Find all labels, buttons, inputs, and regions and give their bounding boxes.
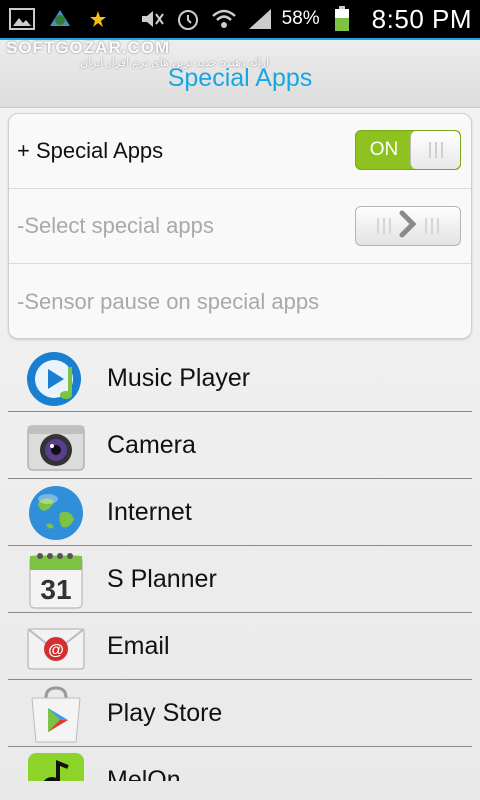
select-apps-arrow-button[interactable] xyxy=(355,206,461,246)
alarm-icon xyxy=(174,6,202,32)
page-title: Special Apps xyxy=(167,64,313,92)
clock: 8:50 PM xyxy=(371,3,472,34)
app-list: Music Player Camera Internet 31 S Planne… xyxy=(0,345,480,781)
special-apps-toggle[interactable]: ON xyxy=(355,130,461,170)
watermark-text: SOFTGOZAR.COM xyxy=(6,38,171,57)
camera-icon xyxy=(26,416,86,476)
grip-line xyxy=(425,218,427,234)
list-item[interactable]: Play Store xyxy=(0,680,480,747)
app-label: Music Player xyxy=(107,364,251,392)
app-label: Play Store xyxy=(107,699,223,727)
grip-line xyxy=(428,142,431,158)
grip-line xyxy=(437,218,439,234)
app-notification-icon xyxy=(46,6,74,32)
list-item[interactable]: MelOn xyxy=(0,747,480,781)
action-bar: SOFTGOZAR.COM ارائه دهنده جدید ترین های … xyxy=(0,38,480,108)
calendar-date-text: 31 xyxy=(40,574,71,605)
signal-icon xyxy=(246,6,274,32)
email-at-text: @ xyxy=(48,642,64,659)
wifi-icon xyxy=(210,6,238,32)
grip-line xyxy=(389,218,391,234)
battery-icon xyxy=(328,6,356,32)
toggle-on-label: ON xyxy=(369,139,399,160)
melon-icon xyxy=(26,751,86,781)
grip-line xyxy=(377,218,379,234)
app-label: S Planner xyxy=(107,565,217,593)
app-label: Internet xyxy=(107,498,192,526)
status-bar: 58% 8:50 PM xyxy=(0,0,480,38)
list-item[interactable]: 31 S Planner xyxy=(0,546,480,613)
select-special-apps-label: -Select special apps xyxy=(17,213,214,238)
email-icon: @ xyxy=(26,617,86,677)
grip-line xyxy=(434,142,437,158)
battery-percent: 58% xyxy=(281,8,320,29)
settings-card: + Special Apps -Select special apps -Sen… xyxy=(8,113,472,339)
list-item[interactable]: @ Email xyxy=(0,613,480,680)
grip-line xyxy=(431,218,433,234)
star-icon xyxy=(84,6,112,32)
list-item[interactable]: Music Player xyxy=(0,345,480,412)
internet-globe-icon xyxy=(26,483,86,543)
special-apps-label: + Special Apps xyxy=(17,138,164,163)
calendar-icon: 31 xyxy=(26,550,86,610)
play-store-icon xyxy=(26,684,86,744)
app-label: Camera xyxy=(107,431,196,459)
app-label: Email xyxy=(107,632,170,660)
image-icon xyxy=(8,6,36,32)
sensor-pause-label: -Sensor pause on special apps xyxy=(17,288,320,314)
app-label: MelOn xyxy=(107,766,181,781)
music-player-icon xyxy=(26,349,86,409)
grip-line xyxy=(440,142,443,158)
chevron-right-icon xyxy=(395,210,421,243)
toggle-knob[interactable] xyxy=(410,131,460,169)
mute-icon xyxy=(138,6,166,32)
sensor-pause-row[interactable]: -Sensor pause on special apps xyxy=(9,264,471,339)
list-item[interactable]: Camera xyxy=(0,412,480,479)
grip-line xyxy=(383,218,385,234)
list-item[interactable]: Internet xyxy=(0,479,480,546)
